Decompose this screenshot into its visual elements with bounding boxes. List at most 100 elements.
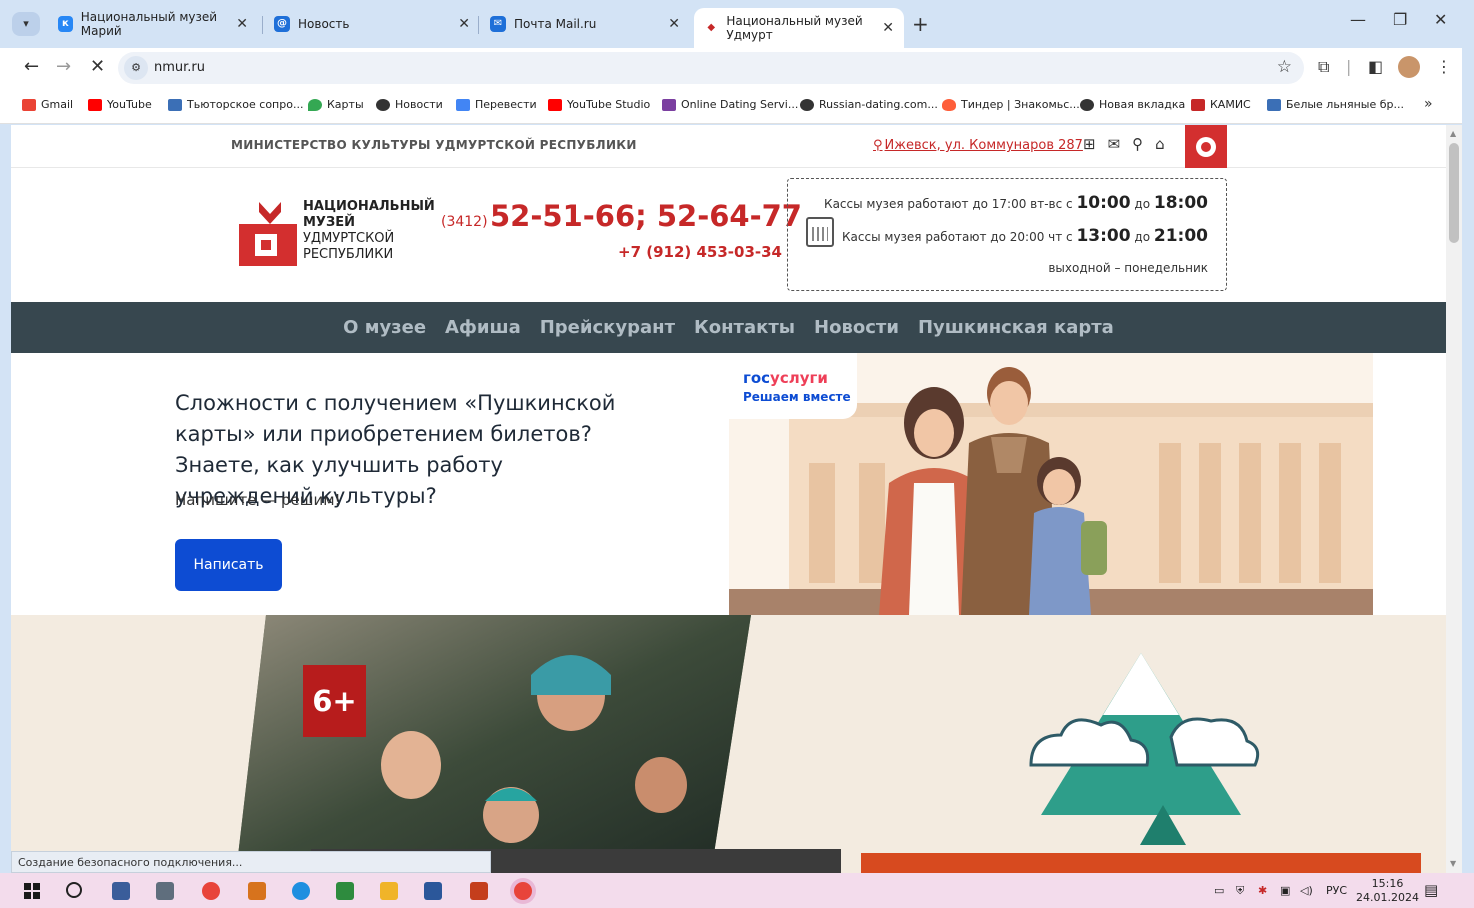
bookmark-star-icon[interactable]: ☆ xyxy=(1277,57,1292,77)
bookmarks-overflow-icon[interactable]: » xyxy=(1424,96,1433,112)
nav-pushkin-card[interactable]: Пушкинская карта xyxy=(918,302,1114,353)
bookmark-youtube[interactable]: YouTube xyxy=(88,98,152,111)
back-button[interactable]: ← xyxy=(24,56,39,77)
toolbar-divider: | xyxy=(1346,57,1352,76)
page-scrollbar[interactable]: ▲ ▼ xyxy=(1446,125,1462,873)
ministry-title: МИНИСТЕРСТВО КУЛЬТУРЫ УДМУРТСКОЙ РЕСПУБЛ… xyxy=(231,138,637,152)
address-bar[interactable]: ⚙ nmur.ru ☆ xyxy=(118,52,1304,84)
bookmark-label: Тьюторское сопро... xyxy=(187,98,304,111)
battery-icon[interactable]: ▭ xyxy=(1214,884,1224,897)
scroll-down-arrow-icon[interactable]: ▼ xyxy=(1450,859,1456,868)
bookmark-gmail[interactable]: Gmail xyxy=(22,98,73,111)
word-icon[interactable] xyxy=(424,882,442,900)
stop-loading-button[interactable]: ✕ xyxy=(90,56,105,77)
input-language[interactable]: РУС xyxy=(1326,884,1347,897)
gmail-icon xyxy=(22,98,36,111)
hours-mid: до xyxy=(1130,197,1154,211)
new-tab-button[interactable]: + xyxy=(912,12,929,36)
group-icon xyxy=(168,98,182,111)
windows-start-icon[interactable] xyxy=(24,883,40,899)
search-icon[interactable]: ⚲ xyxy=(1132,135,1143,153)
tab-3[interactable]: ✉ Почта Mail.ru ✕ xyxy=(480,8,690,40)
bookmark-label: YouTube xyxy=(107,98,152,111)
gos-part: гос xyxy=(743,369,771,387)
bookmark-linen[interactable]: Белые льняные бр... xyxy=(1267,98,1404,111)
write-button[interactable]: Написать xyxy=(175,539,282,591)
address-link[interactable]: ⚲ Ижевск, ул. Коммунаров 287 xyxy=(873,138,1083,153)
hours-to: 18:00 xyxy=(1153,193,1208,213)
logo-line: НАЦИОНАЛЬНЫЙ xyxy=(303,199,435,214)
calculator-icon[interactable] xyxy=(156,882,174,900)
nav-afisha[interactable]: Афиша xyxy=(445,302,521,353)
file-explorer-icon[interactable] xyxy=(380,882,398,900)
tab-1[interactable]: к Национальный музей Марий ✕ xyxy=(48,8,258,40)
bookmark-label: Russian-dating.com... xyxy=(819,98,938,111)
close-icon[interactable]: ✕ xyxy=(882,20,894,36)
scrollbar-thumb[interactable] xyxy=(1449,143,1459,243)
home-icon[interactable]: ⌂ xyxy=(1155,135,1165,153)
hours-row-2: Кассы музея работают до 20:00 чт с 13:00… xyxy=(842,226,1208,246)
nav-contacts[interactable]: Контакты xyxy=(694,302,795,353)
accessibility-eye-icon[interactable] xyxy=(1185,125,1227,168)
restore-button[interactable]: ❐ xyxy=(1393,10,1407,29)
profile-avatar[interactable] xyxy=(1398,56,1420,78)
bookmark-label: Перевести xyxy=(475,98,537,111)
forward-button[interactable]: → xyxy=(56,56,71,77)
side-panel-icon[interactable]: ◧ xyxy=(1368,57,1383,76)
edge-icon[interactable] xyxy=(292,882,310,900)
promo-slider[interactable]: 6+ xyxy=(11,615,1446,873)
site-info-icon[interactable]: ⚙ xyxy=(124,56,148,80)
chrome-icon[interactable] xyxy=(202,882,220,900)
notifications-icon[interactable]: ▤ xyxy=(1424,881,1438,899)
bookmark-tutor[interactable]: Тьюторское сопро... xyxy=(168,98,303,111)
envelope-icon[interactable]: ✉ xyxy=(1108,135,1121,153)
network-icon[interactable]: ▣ xyxy=(1280,884,1290,897)
security-icon[interactable]: ⛨ xyxy=(1236,884,1244,898)
nav-news[interactable]: Новости xyxy=(814,302,899,353)
address-text: Ижевск, ул. Коммунаров 287 xyxy=(884,138,1083,153)
bookmark-translate[interactable]: Перевести xyxy=(456,98,537,111)
page-viewport: МИНИСТЕРСТВО КУЛЬТУРЫ УДМУРТСКОЙ РЕСПУБЛ… xyxy=(11,125,1446,873)
url-text[interactable]: nmur.ru xyxy=(154,60,205,75)
search-icon[interactable] xyxy=(66,882,82,898)
powerpoint-icon[interactable] xyxy=(470,882,488,900)
extensions-icon[interactable]: ⧉ xyxy=(1318,57,1329,77)
sitemap-icon[interactable]: ⊞ xyxy=(1083,135,1096,153)
museum-logo[interactable] xyxy=(239,200,301,266)
bookmark-news[interactable]: Новости xyxy=(376,98,443,111)
excel-icon[interactable] xyxy=(336,882,354,900)
bookmark-maps[interactable]: Карты xyxy=(308,98,364,111)
menu-kebab-icon[interactable]: ⋮ xyxy=(1436,57,1452,76)
nav-about[interactable]: О музее xyxy=(343,302,426,353)
scroll-up-arrow-icon[interactable]: ▲ xyxy=(1450,129,1456,138)
close-icon[interactable]: ✕ xyxy=(236,16,248,32)
close-icon[interactable]: ✕ xyxy=(458,16,470,32)
kamis-icon xyxy=(1191,98,1205,111)
system-clock[interactable]: 15:16 24.01.2024 xyxy=(1356,877,1419,905)
nav-pricelist[interactable]: Прейскурант xyxy=(540,302,675,353)
mail-icon: ✉ xyxy=(490,16,506,32)
tab-search-button[interactable]: ▾ xyxy=(12,12,40,36)
tab-4-active[interactable]: ◆ Национальный музей Удмурт ✕ xyxy=(694,8,904,48)
close-icon[interactable]: ✕ xyxy=(668,16,680,32)
volume-icon[interactable]: ◁) xyxy=(1300,884,1313,897)
bookmark-russian-dating[interactable]: Russian-dating.com... xyxy=(800,98,938,111)
window-close-button[interactable]: ✕ xyxy=(1434,10,1447,29)
minimize-button[interactable]: — xyxy=(1350,10,1366,29)
bookmark-label: КАМИС xyxy=(1210,98,1251,111)
globe-icon xyxy=(800,98,814,111)
tab-2[interactable]: @ Новость ✕ xyxy=(264,8,480,40)
bookmark-new-tab[interactable]: Новая вкладка xyxy=(1080,98,1185,111)
file-icon[interactable] xyxy=(248,882,266,900)
notepad-icon[interactable] xyxy=(112,882,130,900)
app-tray-icon[interactable]: ✱ xyxy=(1258,884,1267,897)
main-nav: О музее Афиша Прейскурант Контакты Новос… xyxy=(11,302,1446,353)
chrome-active-icon[interactable] xyxy=(514,882,532,900)
phone-mobile[interactable]: +7 (912) 453-03-34 xyxy=(618,243,782,261)
bookmark-online-dating[interactable]: Online Dating Servi... xyxy=(662,98,798,111)
bookmark-kamis[interactable]: КАМИС xyxy=(1191,98,1251,111)
phone-main[interactable]: 52-51-66; 52-64-77 xyxy=(490,199,802,233)
bookmark-youtube-studio[interactable]: YouTube Studio xyxy=(548,98,650,111)
uslugi-part: услуги xyxy=(770,369,828,387)
bookmark-tinder[interactable]: Тиндер | Знакомьс... xyxy=(942,98,1080,111)
